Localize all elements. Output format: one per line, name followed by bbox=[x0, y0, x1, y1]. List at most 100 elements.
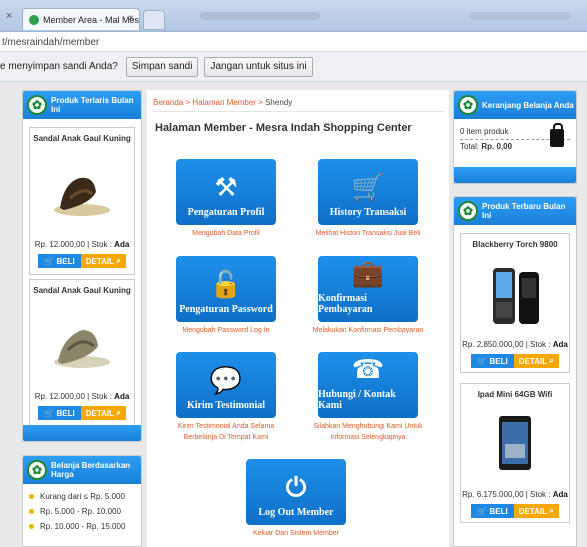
power-icon: ⏻ bbox=[285, 473, 307, 503]
payment-confirmation-button[interactable]: 💼 Konfirmasi Pembayaran bbox=[318, 256, 418, 322]
detail-button[interactable]: DETAIL ⌕ bbox=[80, 406, 126, 420]
cart-header: ✿ Keranjang Belanja Anda bbox=[454, 91, 576, 119]
page-title: Halaman Member - Mesra Indah Shopping Ce… bbox=[155, 122, 412, 134]
product-price: Rp. 12.000,00 | Stok : Ada bbox=[34, 392, 130, 401]
lock-icon: 🔓 bbox=[209, 270, 243, 300]
ipad-mini-image[interactable] bbox=[495, 414, 535, 474]
tab-title: Member Area - Mal Mesra bbox=[43, 14, 140, 25]
site-favicon-icon bbox=[29, 14, 39, 25]
price-range-list: Kurang dari ≤ Rp. 5.000 Rp. 5.000 - Rp. … bbox=[23, 484, 141, 531]
breadcrumb: Beranda > Halaman Member > Shendy bbox=[153, 96, 445, 112]
price-range-item[interactable]: Rp. 10.000 - Rp. 15.000 bbox=[29, 522, 141, 531]
shopping-bag-icon[interactable] bbox=[550, 123, 564, 147]
beli-button[interactable]: 🛒 BELI bbox=[471, 504, 514, 518]
password-settings-button[interactable]: 🔓 Pengaturan Password bbox=[176, 256, 276, 322]
tools-icon: ⚒ bbox=[214, 173, 238, 203]
product-actions: 🛒 BELI DETAIL ⌕ bbox=[461, 354, 569, 368]
product-actions: 🛒 BELI DETAIL ⌕ bbox=[461, 504, 569, 518]
product-name[interactable]: Sandal Anak Gaul Kuning bbox=[30, 134, 134, 143]
member-main: Beranda > Halaman Member > Shendy Halama… bbox=[147, 90, 449, 547]
address-text: t/mesraindah/member bbox=[2, 37, 100, 48]
profile-settings-button[interactable]: ⚒ Pengaturan Profil bbox=[176, 159, 276, 225]
bestseller-title: Produk Terlaris Bulan Ini bbox=[51, 96, 134, 114]
bestseller-box: ✿ Produk Terlaris Bulan Ini Sandal Anak … bbox=[22, 90, 142, 442]
save-password-question: e menyimpan sandi Anda? bbox=[0, 61, 118, 72]
blackberry-phone-image[interactable] bbox=[487, 264, 543, 328]
cart-icon: 🛒 bbox=[351, 173, 385, 203]
product-stock: Ada bbox=[114, 392, 130, 401]
logout-button[interactable]: ⏻ Log Out Member bbox=[246, 459, 346, 525]
logout-caption[interactable]: Keluar Dari Sistem Member bbox=[236, 528, 356, 539]
product-name[interactable]: Ipad Mini 64GB Wifi bbox=[461, 390, 569, 399]
browser-tab-bar: × Member Area - Mal Mesra × bbox=[0, 0, 587, 32]
product-card[interactable]: Sandal Anak Gaul Kuning Rp. 12.000,00 | … bbox=[29, 127, 135, 275]
product-stock: Ada bbox=[552, 340, 568, 349]
bullet-icon bbox=[29, 494, 34, 499]
payment-confirmation-caption[interactable]: Melakukan Konfirmasi Pembayaran bbox=[303, 325, 433, 336]
box-footer bbox=[454, 167, 576, 183]
blurred-tab-area bbox=[200, 12, 320, 20]
sandal-image[interactable] bbox=[50, 168, 114, 220]
save-password-button[interactable]: Simpan sandi bbox=[125, 56, 199, 77]
price-range-item[interactable]: Kurang dari ≤ Rp. 5.000 bbox=[29, 492, 141, 501]
store-logo-icon: ✿ bbox=[458, 201, 478, 221]
price-filter-box: ✿ Belanja Berdasarkan Harga Kurang dari … bbox=[22, 455, 142, 547]
never-for-site-button[interactable]: Jangan untuk situs ini bbox=[204, 56, 313, 77]
store-logo-icon: ✿ bbox=[458, 95, 478, 115]
breadcrumb-current: Shendy bbox=[265, 98, 293, 107]
box-footer bbox=[23, 425, 141, 441]
close-tab-icon[interactable]: × bbox=[6, 10, 12, 22]
product-actions: 🛒 BELI DETAIL ⌕ bbox=[30, 406, 134, 420]
price-range-item[interactable]: Rp. 5.000 - Rp. 10.000 bbox=[29, 507, 141, 516]
product-card[interactable]: Ipad Mini 64GB Wifi Rp. 6.175.000,00 | S… bbox=[460, 383, 570, 523]
detail-button[interactable]: DETAIL ⌕ bbox=[513, 354, 559, 368]
cart-box: ✿ Keranjang Belanja Anda 0 item produk T… bbox=[453, 90, 577, 184]
close-tab-icon[interactable]: × bbox=[128, 13, 134, 24]
beli-button[interactable]: 🛒 BELI bbox=[38, 254, 81, 268]
product-price: Rp. 12.000,00 | Stok : Ada bbox=[34, 240, 130, 249]
product-actions: 🛒 BELI DETAIL ⌕ bbox=[30, 254, 134, 268]
cart-title: Keranjang Belanja Anda bbox=[482, 100, 574, 110]
blurred-tab-area bbox=[470, 12, 570, 20]
product-price: Rp. 2.850.000,00 | Stok : Ada bbox=[462, 340, 568, 349]
detail-button[interactable]: DETAIL ⌕ bbox=[80, 254, 126, 268]
product-price: Rp. 6.175.000,00 | Stok : Ada bbox=[462, 490, 568, 499]
product-stock: Ada bbox=[552, 490, 568, 499]
address-bar[interactable]: t/mesraindah/member bbox=[0, 32, 587, 52]
transaction-history-caption[interactable]: Melihat Histori Transaksi Jual Beli bbox=[303, 228, 433, 239]
beli-button[interactable]: 🛒 BELI bbox=[38, 406, 81, 420]
send-testimonial-button[interactable]: 💬 Kirim Testimonial bbox=[176, 352, 276, 418]
transaction-history-button[interactable]: 🛒 History Transaksi bbox=[318, 159, 418, 225]
sandal-image[interactable] bbox=[50, 320, 114, 372]
product-card[interactable]: Sandal Anak Gaul Kuning Rp. 12.000,00 | … bbox=[29, 279, 135, 427]
product-name[interactable]: Blackberry Torch 9800 bbox=[461, 240, 569, 249]
newest-products-box: ✿ Produk Terbaru Bulan Ini Blackberry To… bbox=[453, 196, 577, 547]
product-name[interactable]: Sandal Anak Gaul Kuning bbox=[30, 286, 134, 295]
price-filter-header: ✿ Belanja Berdasarkan Harga bbox=[23, 456, 141, 484]
product-card[interactable]: Blackberry Torch 9800 Rp. 2.850.000,00 |… bbox=[460, 233, 570, 373]
browser-tab-active[interactable]: Member Area - Mal Mesra × bbox=[22, 8, 140, 30]
password-settings-caption[interactable]: Mengubah Password Log In bbox=[166, 325, 286, 336]
store-logo-icon: ✿ bbox=[27, 460, 47, 480]
price-filter-title: Belanja Berdasarkan Harga bbox=[51, 461, 131, 479]
newest-products-title: Produk Terbaru Bulan Ini bbox=[482, 202, 566, 220]
briefcase-icon: 💼 bbox=[351, 259, 385, 289]
beli-button[interactable]: 🛒 BELI bbox=[471, 354, 514, 368]
breadcrumb-member[interactable]: Halaman Member bbox=[192, 98, 256, 107]
bullet-icon bbox=[29, 524, 34, 529]
contact-us-button[interactable]: ☎ Hubungi / Kontak Kami bbox=[318, 352, 418, 418]
new-tab-button[interactable] bbox=[143, 10, 165, 30]
detail-button[interactable]: DETAIL ⌕ bbox=[513, 504, 559, 518]
newest-products-header: ✿ Produk Terbaru Bulan Ini bbox=[454, 197, 576, 225]
profile-settings-caption[interactable]: Mengubah Data Profil bbox=[166, 228, 286, 239]
speech-bubbles-icon: 💬 bbox=[209, 366, 243, 396]
save-password-bar: e menyimpan sandi Anda? Simpan sandi Jan… bbox=[0, 52, 587, 82]
send-testimonial-caption[interactable]: Kirim Testimonial Anda Selama Berbelanja… bbox=[166, 421, 286, 443]
bestseller-header: ✿ Produk Terlaris Bulan Ini bbox=[23, 91, 141, 119]
product-stock: Ada bbox=[114, 240, 130, 249]
contact-us-caption[interactable]: Silahkan Menghubungi Kami Untuk Informas… bbox=[303, 421, 433, 443]
store-logo-icon: ✿ bbox=[27, 95, 47, 115]
bullet-icon bbox=[29, 509, 34, 514]
breadcrumb-home[interactable]: Beranda bbox=[153, 98, 183, 107]
phone-icon: ☎ bbox=[351, 355, 385, 385]
